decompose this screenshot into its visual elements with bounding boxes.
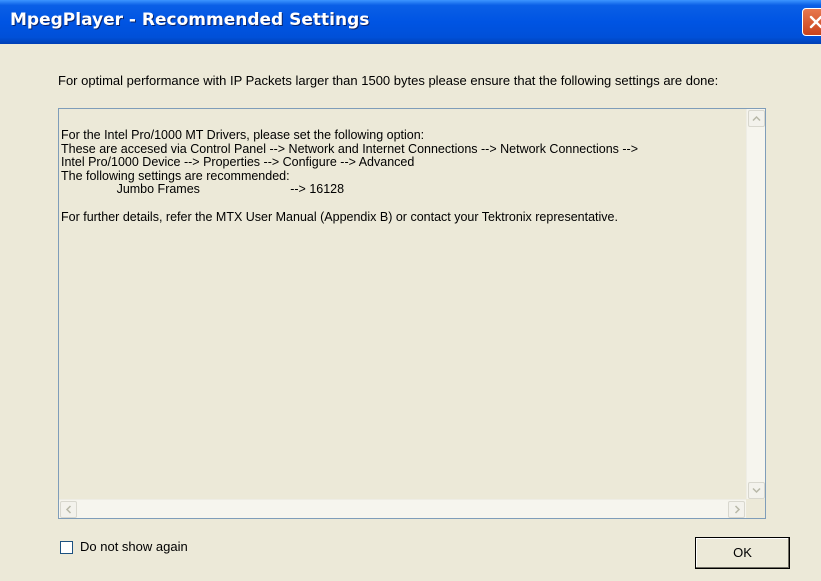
window-title: MpegPlayer - Recommended Settings bbox=[10, 10, 370, 30]
text-line: For the Intel Pro/1000 MT Drivers, pleas… bbox=[61, 128, 425, 142]
vertical-scrollbar[interactable] bbox=[746, 109, 765, 500]
text-line: For further details, refer the MTX User … bbox=[61, 209, 618, 224]
text-line: Jumbo Frames --> 16128 bbox=[61, 182, 345, 197]
scroll-left-button[interactable] bbox=[60, 501, 77, 518]
text-line bbox=[61, 197, 761, 211]
scroll-up-button[interactable] bbox=[748, 110, 765, 127]
settings-text-area[interactable]: For the Intel Pro/1000 MT Drivers, pleas… bbox=[58, 108, 766, 519]
text-line: Intel Pro/1000 Device --> Properties -->… bbox=[61, 155, 415, 170]
chevron-up-icon bbox=[752, 115, 761, 122]
horizontal-scrollbar[interactable] bbox=[59, 499, 746, 518]
do-not-show-again-label[interactable]: Do not show again bbox=[80, 539, 188, 554]
chevron-left-icon bbox=[65, 505, 72, 514]
instruction-message: For optimal performance with IP Packets … bbox=[58, 73, 719, 88]
title-bar[interactable]: MpegPlayer - Recommended Settings bbox=[0, 0, 821, 44]
do-not-show-again-checkbox[interactable] bbox=[60, 541, 73, 554]
close-icon bbox=[809, 15, 821, 29]
chevron-right-icon bbox=[734, 505, 741, 514]
ok-button[interactable]: OK bbox=[695, 537, 790, 569]
scroll-down-button[interactable] bbox=[748, 482, 765, 499]
scroll-right-button[interactable] bbox=[728, 501, 745, 518]
close-button[interactable] bbox=[802, 8, 821, 36]
scrollbar-corner bbox=[746, 499, 765, 518]
text-line: The following settings are recommended: bbox=[61, 168, 290, 183]
dialog-window: MpegPlayer - Recommended Settings For op… bbox=[0, 0, 821, 581]
chevron-down-icon bbox=[752, 487, 761, 494]
settings-text: For the Intel Pro/1000 MT Drivers, pleas… bbox=[61, 128, 761, 224]
text-line: These are accesed via Control Panel --> … bbox=[61, 141, 639, 156]
